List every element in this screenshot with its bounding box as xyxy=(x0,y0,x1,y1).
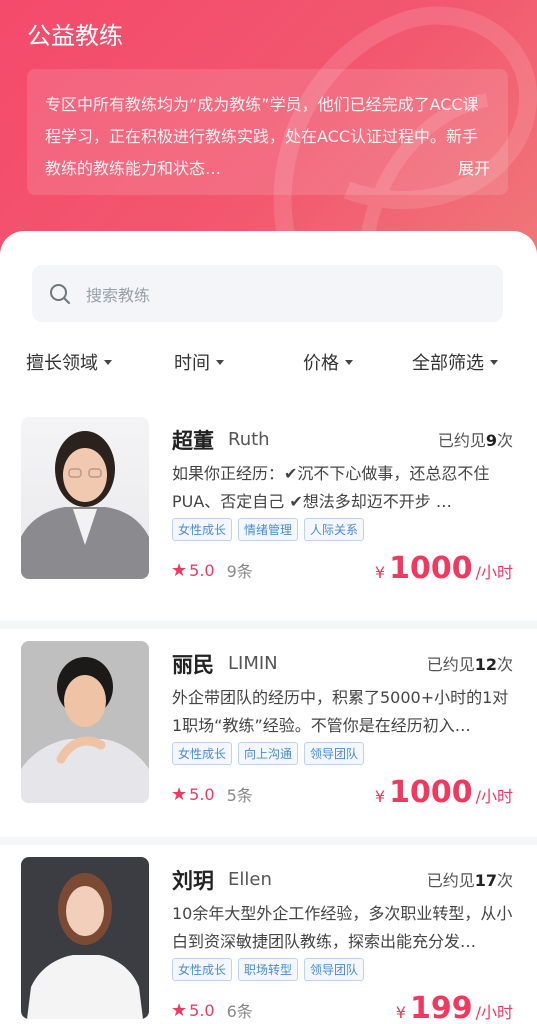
price: ¥ 1000 /小时 xyxy=(374,775,513,810)
caret-down-icon xyxy=(216,359,224,365)
star-icon: ★ xyxy=(171,783,188,805)
intro-box: 专区中所有教练均为“成为教练”学员，他们已经完成了ACC课程学习，正在积极进行教… xyxy=(27,69,508,195)
tag: 向上沟通 xyxy=(238,742,299,765)
coach-portrait-icon xyxy=(27,873,143,1019)
tag: 领导团队 xyxy=(304,958,365,981)
search-placeholder: 搜索教练 xyxy=(86,285,151,305)
filter-bar: 擅长领域 时间 价格 全部筛选 xyxy=(0,349,537,379)
rating: ★ 5.0 9条 xyxy=(171,559,253,582)
coach-english-name: Ruth xyxy=(228,429,270,450)
tag: 领导团队 xyxy=(304,742,365,765)
met-count: 已约见17次 xyxy=(426,871,513,890)
tag-list: 女性成长 职场转型 领导团队 xyxy=(172,958,370,981)
page-title: 公益教练 xyxy=(27,22,123,50)
coach-description: 10余年大型外企工作经验，多次职业转型，从小白到资深敏捷团队教练，探索出能充分发… xyxy=(172,904,513,951)
filter-all[interactable]: 全部筛选 xyxy=(412,349,498,375)
tag: 人际关系 xyxy=(304,518,365,541)
coach-name: 丽民 xyxy=(172,653,214,677)
tag: 女性成长 xyxy=(172,518,233,541)
filter-time[interactable]: 时间 xyxy=(174,349,224,375)
caret-down-icon xyxy=(104,359,112,365)
rating: ★ 5.0 5条 xyxy=(171,783,253,806)
tag-list: 女性成长 向上沟通 领导团队 xyxy=(172,742,370,765)
search-input[interactable]: 搜索教练 xyxy=(32,265,503,322)
met-count: 已约见9次 xyxy=(437,431,513,450)
coach-photo xyxy=(21,417,149,579)
tag: 情绪管理 xyxy=(238,518,299,541)
search-icon xyxy=(50,283,70,304)
coach-english-name: Ellen xyxy=(228,869,272,890)
filter-price[interactable]: 价格 xyxy=(303,349,353,375)
coach-portrait-icon xyxy=(21,657,149,803)
intro-text: 专区中所有教练均为“成为教练”学员，他们已经完成了ACC课程学习，正在积极进行教… xyxy=(45,95,479,178)
coach-photo xyxy=(21,641,149,803)
filter-label: 擅长领域 xyxy=(26,353,98,374)
coach-name: 刘玥 xyxy=(172,869,214,893)
coach-name: 超董 xyxy=(172,429,214,453)
coach-portrait-icon xyxy=(21,431,149,579)
filter-label: 时间 xyxy=(174,353,210,374)
met-count: 已约见12次 xyxy=(426,655,513,674)
rating: ★ 5.0 6条 xyxy=(171,999,253,1022)
coach-card[interactable]: 刘玥 Ellen 已约见17次 10余年大型外企工作经验，多次职业转型，从小白到… xyxy=(0,837,537,1024)
filter-label: 价格 xyxy=(303,353,339,374)
coach-description: 如果你正经历：✔沉不下心做事，还总忍不住PUA、否定自己 ✔想法多却迈不开步 … xyxy=(172,464,490,511)
caret-down-icon xyxy=(345,359,353,365)
tag: 女性成长 xyxy=(172,958,233,981)
star-icon: ★ xyxy=(171,999,188,1021)
coach-photo xyxy=(21,857,149,1019)
expand-button[interactable]: 展开 xyxy=(458,153,490,185)
filter-label: 全部筛选 xyxy=(412,353,484,374)
coach-card[interactable]: 超董 Ruth 已约见9次 如果你正经历：✔沉不下心做事，还总忍不住PUA、否定… xyxy=(0,405,537,621)
caret-down-icon xyxy=(490,359,498,365)
coach-card[interactable]: 丽民 LIMIN 已约见12次 外企带团队的经历中，积累了5000+小时的1对1… xyxy=(0,621,537,837)
star-icon: ★ xyxy=(171,559,188,581)
tag: 职场转型 xyxy=(238,958,299,981)
price: ¥ 1000 /小时 xyxy=(374,551,513,586)
coach-english-name: LIMIN xyxy=(228,653,278,674)
filter-expertise[interactable]: 擅长领域 xyxy=(26,349,112,375)
tag: 女性成长 xyxy=(172,742,233,765)
price: ¥ 199 /小时 xyxy=(395,991,513,1024)
tag-list: 女性成长 情绪管理 人际关系 xyxy=(172,518,370,541)
content-sheet: 搜索教练 擅长领域 时间 价格 全部筛选 超董 Ruth 已约见9次 如果你正经… xyxy=(0,231,537,1024)
coach-description: 外企带团队的经历中，积累了5000+小时的1对1职场“教练”经验。不管你是在经历… xyxy=(172,688,509,735)
